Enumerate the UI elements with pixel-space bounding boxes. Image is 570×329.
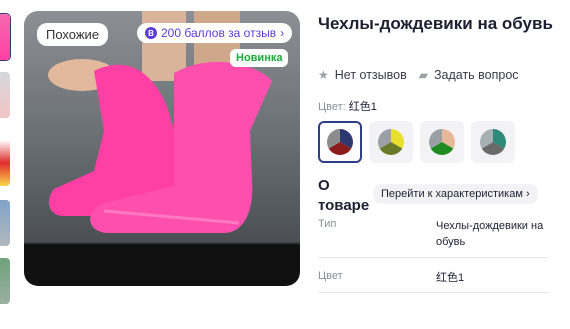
swatch-circle [480,129,506,155]
spec-value: Чехлы-дождевики на обувь [436,220,544,248]
bonus-icon: B [145,27,157,39]
spec-row-type: Тип Чехлы-дождевики на обувь [318,218,548,258]
bonus-badge[interactable]: B 200 баллов за отзыв › [137,23,293,43]
color-label: Цвет: 红色1 [318,98,377,114]
color-swatch-yellow-olive-grey[interactable] [369,121,413,163]
new-badge: Новинка [230,49,289,67]
product-title: Чехлы-дождевики на обувь [318,14,553,33]
similar-button[interactable]: Похожие [37,23,109,46]
product-main-image[interactable]: Похожие B 200 баллов за отзыв › Новинка [24,11,300,286]
chat-bubble-icon: ▰ [418,68,428,82]
similar-label: Похожие [46,27,100,42]
swatch-circle [378,129,404,155]
bonus-label: 200 баллов за отзыв [161,26,277,40]
color-swatches [318,121,515,163]
swatch-circle [327,129,353,155]
goto-label: Перейти к характеристикам [381,188,523,200]
spec-divider [318,257,548,258]
about-heading-text: О товаре [318,177,370,214]
color-prefix: Цвет: [318,101,349,113]
thumbnail-5[interactable] [0,258,10,304]
spec-value: 红色1 [436,272,465,284]
ask-question-link[interactable]: ▰ Задать вопрос [419,68,519,82]
color-swatch-peach-green-grey[interactable] [420,121,464,163]
spec-key: Тип [318,218,337,230]
swatch-circle [429,129,455,155]
color-swatch-navy-red-grey[interactable] [318,121,362,163]
thumbnail-2[interactable] [0,72,10,118]
ask-question-label: Задать вопрос [433,68,519,82]
about-heading: О товаре [318,176,373,216]
chevron-right-icon: › [525,188,530,200]
product-meta: ★ Нет отзывов ▰ Задать вопрос [318,68,519,82]
reviews-label: Нет отзывов [334,68,407,82]
goto-characteristics-button[interactable]: Перейти к характеристикам › [373,184,538,204]
star-icon: ★ [318,68,329,82]
spec-row-color: Цвет 红色1 [318,270,548,290]
thumbnail-4[interactable] [0,200,10,246]
spec-divider [318,292,548,293]
color-swatch-teal-grey[interactable] [471,121,515,163]
reviews-link[interactable]: ★ Нет отзывов [318,68,407,82]
spec-key: Цвет [318,270,343,282]
thumbnail-1[interactable] [0,14,10,60]
color-value: 红色1 [348,101,377,113]
thumbnail-3[interactable] [0,140,10,186]
thumbnail-strip [0,0,12,329]
chevron-right-icon: › [280,26,285,40]
